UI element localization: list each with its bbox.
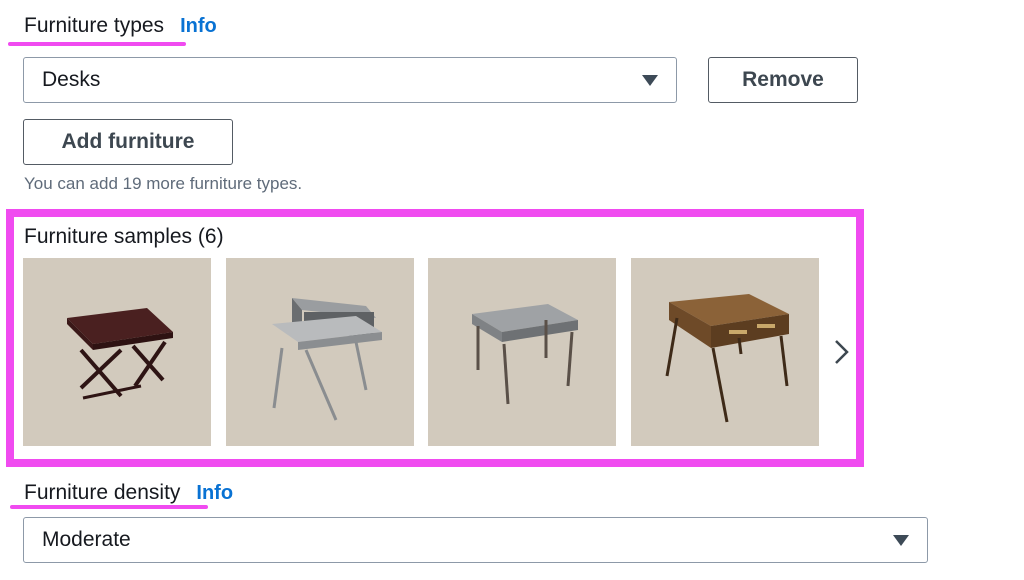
furniture-types-info-link[interactable]: Info	[180, 15, 217, 38]
highlight-underline	[8, 42, 186, 46]
grey-hutch-desk-image	[272, 298, 382, 421]
sample-thumbnail-1[interactable]	[23, 258, 211, 446]
highlight-underline	[10, 505, 208, 509]
samples-title: Furniture samples (6)	[24, 225, 224, 248]
furniture-type-value: Desks	[42, 68, 101, 91]
add-furniture-button[interactable]: Add furniture	[23, 119, 233, 165]
chevron-right-icon[interactable]	[828, 337, 856, 367]
furniture-type-select[interactable]: Desks	[23, 57, 677, 103]
caret-down-icon	[893, 534, 909, 546]
furniture-density-value: Moderate	[42, 528, 131, 551]
dark-desk-image	[67, 308, 173, 400]
furniture-density-info-link[interactable]: Info	[196, 482, 233, 505]
form-page: Furniture types Info Desks Remove Add fu…	[0, 0, 1024, 580]
furniture-density-label: Furniture density	[24, 481, 181, 504]
furniture-types-label: Furniture types	[24, 14, 165, 37]
furniture-density-label-row: Furniture density Info	[24, 481, 233, 505]
sample-thumbnail-2[interactable]	[226, 258, 414, 446]
sample-thumbnail-4[interactable]	[631, 258, 819, 446]
furniture-density-select[interactable]: Moderate	[23, 517, 928, 563]
furniture-types-hint: You can add 19 more furniture types.	[24, 174, 303, 193]
walnut-desk-image	[665, 294, 789, 423]
remove-button[interactable]: Remove	[708, 57, 858, 103]
grey-drawer-desk-image	[472, 304, 578, 405]
furniture-types-label-row: Furniture types Info	[24, 14, 217, 38]
caret-down-icon	[642, 74, 658, 86]
sample-thumbnail-3[interactable]	[428, 258, 616, 446]
